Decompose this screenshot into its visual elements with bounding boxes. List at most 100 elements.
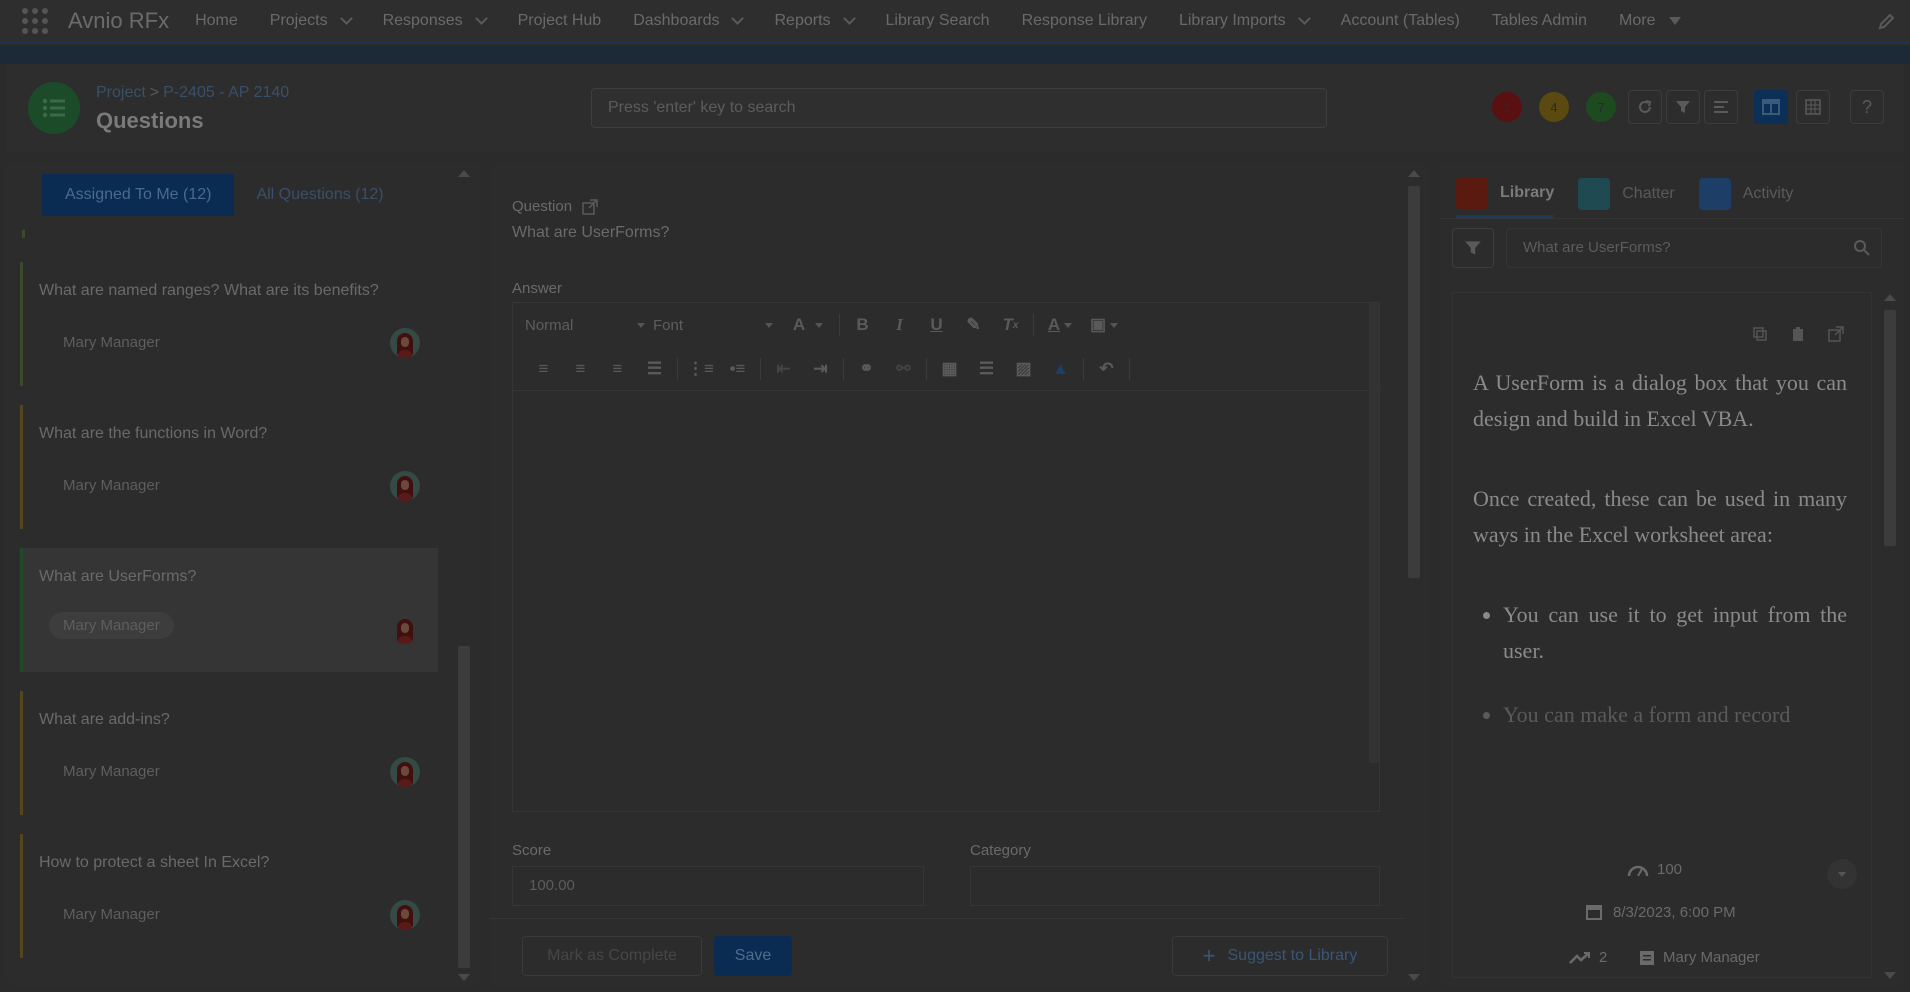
question-item-protect-sheet[interactable]: How to protect a sheet In Excel? Mary Ma… [20, 834, 438, 958]
detail-scrollbar[interactable] [1404, 162, 1424, 986]
nav-library-imports[interactable]: Library Imports [1179, 12, 1311, 30]
scrollbar-thumb[interactable] [1884, 310, 1896, 546]
answer-bullet: You can make a form and record [1503, 697, 1847, 733]
horizontal-rule-icon[interactable]: ☰ [968, 359, 1005, 379]
question-search-input[interactable]: Press 'enter' key to search [591, 88, 1327, 128]
breadcrumb-project-link[interactable]: Project [96, 84, 146, 101]
question-item-functions-word[interactable]: What are the functions in Word? Mary Man… [20, 405, 438, 529]
tab-assigned-to-me[interactable]: Assigned To Me (12) [42, 174, 235, 216]
undo-icon[interactable]: ↶ [1088, 359, 1125, 379]
breadcrumb-separator: > [149, 84, 160, 101]
answer-text-area[interactable] [513, 393, 1373, 811]
help-button[interactable]: ? [1850, 90, 1884, 124]
question-item-named-ranges[interactable]: What are named ranges? What are its bene… [20, 262, 438, 386]
search-icon[interactable] [1853, 239, 1871, 257]
status-count-red[interactable]: 1 [1492, 92, 1522, 122]
suggest-to-library-button[interactable]: + Suggest to Library [1172, 936, 1388, 976]
paragraph-style-select[interactable]: Normal [525, 317, 645, 334]
drive-icon[interactable]: ▲ [1042, 359, 1079, 379]
record-icon [1640, 950, 1654, 965]
nav-project-hub[interactable]: Project Hub [518, 12, 602, 30]
clear-formatting-icon[interactable]: Tx [992, 315, 1029, 335]
question-text: What are add-ins? [39, 711, 170, 728]
scrollbar-thumb[interactable] [458, 646, 470, 968]
italic-icon[interactable]: I [881, 315, 918, 335]
table-view-button[interactable] [1796, 90, 1830, 124]
gauge-icon [1627, 865, 1649, 876]
mark-as-complete-button[interactable]: Mark as Complete [522, 936, 702, 976]
tab-all-questions[interactable]: All Questions (12) [234, 174, 405, 216]
question-item-userforms[interactable]: What are UserForms? Mary Manager [20, 548, 438, 672]
nav-response-library[interactable]: Response Library [1022, 12, 1147, 30]
page-header: Project > P-2405 - AP 2140 Questions Press… [6, 64, 1904, 152]
nav-tables-admin[interactable]: Tables Admin [1492, 12, 1587, 30]
font-family-select[interactable]: Font [653, 317, 773, 334]
bulleted-list-icon[interactable]: •≡ [719, 359, 756, 379]
nav-dashboards[interactable]: Dashboards [633, 12, 745, 30]
filter-button[interactable] [1666, 90, 1700, 124]
numbered-list-icon[interactable]: ⋮≡ [682, 359, 719, 379]
tab-library[interactable]: Library [1456, 170, 1555, 218]
align-right-icon[interactable]: ≡ [599, 359, 636, 379]
nav-responses[interactable]: Responses [383, 12, 488, 30]
align-justify-icon[interactable]: ☰ [636, 359, 673, 379]
caret-down-icon[interactable] [1669, 17, 1682, 25]
editor-toolbar-row-1: Normal Font A B I U ✎ Tx A ▣ [513, 303, 1381, 347]
nav-projects[interactable]: Projects [270, 12, 353, 30]
nav-home[interactable]: Home [195, 12, 238, 30]
list-item-partial [22, 230, 28, 238]
score-input[interactable]: 100.00 [512, 866, 924, 906]
bold-icon[interactable]: B [844, 315, 881, 335]
underline-icon[interactable]: U [918, 315, 955, 335]
library-filter-button[interactable] [1452, 228, 1494, 268]
owner-meta: Mary Manager [1639, 949, 1760, 966]
grid-icon [1805, 99, 1821, 115]
library-scrollbar[interactable] [1880, 288, 1900, 986]
expand-button[interactable] [1827, 859, 1857, 889]
status-count-green[interactable]: 7 [1586, 92, 1616, 122]
table-icon[interactable]: ▦ [931, 359, 968, 379]
library-search-input[interactable]: What are UserForms? [1506, 228, 1882, 268]
save-button[interactable]: Save [714, 936, 792, 976]
score-label: Score [512, 842, 552, 859]
outdent-icon[interactable]: ⇤ [765, 359, 802, 379]
question-list-scrollbar[interactable] [454, 162, 474, 986]
owner-name: Mary Manager [63, 906, 160, 923]
scrollbar-thumb[interactable] [1408, 186, 1420, 578]
image-icon[interactable]: ▨ [1005, 359, 1042, 379]
format-painter-icon[interactable]: ✎ [955, 315, 992, 335]
library-result-card: A UserForm is a dialog box that you can … [1452, 292, 1872, 978]
app-launcher-icon[interactable] [20, 6, 50, 36]
indent-icon[interactable]: ⇥ [802, 359, 839, 379]
answer-rich-text-editor: Normal Font A B I U ✎ Tx A ▣ ≡ ≡ ≡ ☰ ⋮≡ … [512, 302, 1381, 812]
unlink-icon[interactable]: ⚯ [885, 359, 922, 379]
refresh-button[interactable] [1628, 90, 1662, 124]
editor-scrollbar[interactable] [1369, 303, 1379, 811]
category-input[interactable] [970, 866, 1380, 906]
nav-account-tables[interactable]: Account (Tables) [1341, 12, 1460, 30]
link-icon[interactable]: ⚭ [848, 359, 885, 379]
font-size-icon[interactable]: A [781, 315, 835, 335]
breadcrumb-record-link[interactable]: P-2405 - AP 2140 [163, 84, 289, 101]
background-color-icon[interactable]: ▣ [1082, 315, 1126, 335]
status-count-yellow[interactable]: 4 [1539, 92, 1569, 122]
nav-reports[interactable]: Reports [774, 12, 856, 30]
chevron-down-icon[interactable] [842, 12, 856, 25]
text-color-icon[interactable]: A [1038, 315, 1082, 335]
nav-more[interactable]: More [1619, 12, 1682, 30]
question-label-row: Question [512, 198, 598, 215]
open-external-icon[interactable] [582, 198, 598, 215]
edit-pencil-icon[interactable] [1878, 12, 1896, 30]
align-center-icon[interactable]: ≡ [562, 359, 599, 379]
question-item-add-ins[interactable]: What are add-ins? Mary Manager [20, 691, 438, 815]
nav-library-search[interactable]: Library Search [886, 12, 990, 30]
align-left-icon[interactable]: ≡ [525, 359, 562, 379]
tab-chatter[interactable]: Chatter [1578, 170, 1675, 218]
chevron-down-icon[interactable] [1297, 12, 1311, 25]
chevron-down-icon[interactable] [339, 12, 353, 25]
chevron-down-icon[interactable] [731, 12, 745, 25]
split-view-button[interactable] [1754, 90, 1788, 124]
sort-button[interactable] [1704, 90, 1738, 124]
tab-activity[interactable]: Activity [1698, 170, 1793, 218]
chevron-down-icon[interactable] [474, 12, 488, 25]
